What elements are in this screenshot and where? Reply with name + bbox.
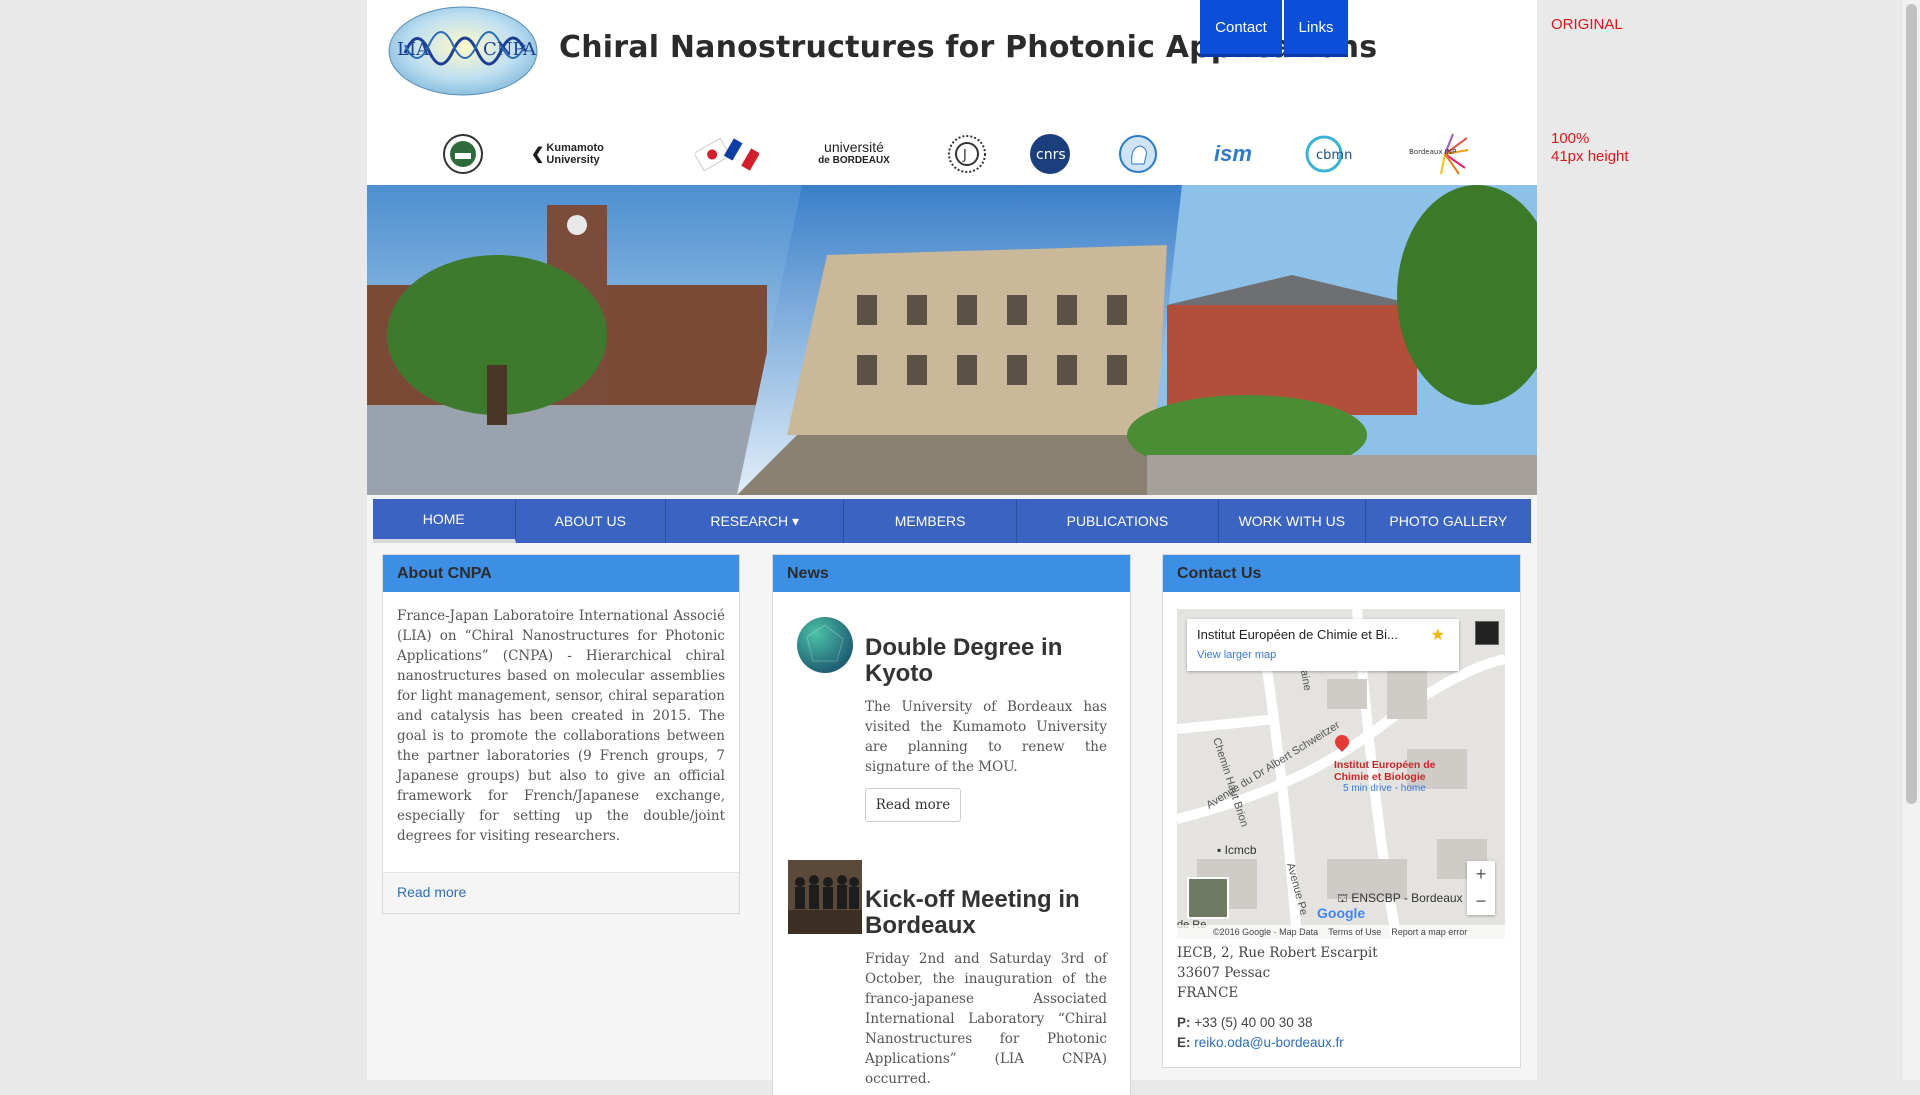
address-line-2: 33607 Pessac <box>1177 965 1271 981</box>
star-icon[interactable]: ★ <box>1431 625 1445 645</box>
ism-label: ism <box>1214 141 1252 166</box>
map-poi-icmcb-label: Icmcb <box>1224 843 1257 857</box>
address-line-3: FRANCE <box>1177 985 1239 1001</box>
hero-banner-image <box>367 185 1537 495</box>
map-report-link[interactable]: Report a map error <box>1391 927 1467 937</box>
map-footer: ©2016 Google · Map Data Terms of Use Rep… <box>1177 925 1505 939</box>
email-link[interactable]: reiko.oda@u-bordeaux.fr <box>1194 1035 1344 1050</box>
zoom-out-button[interactable]: − <box>1467 888 1495 915</box>
institute-profile-logo[interactable] <box>1115 131 1161 177</box>
view-larger-map-link[interactable]: View larger map <box>1197 649 1276 661</box>
map-poi-icmcb: ▪ Icmcb <box>1217 843 1257 857</box>
about-text: France-Japan Laboratoire International A… <box>397 608 725 844</box>
map-poi-enscbp-label: ENSCBP - Bordeaux <box>1351 891 1463 905</box>
news-2-thumbnail[interactable] <box>788 860 862 934</box>
bordeaux-inp-label: Bordeaux INP <box>1409 148 1456 156</box>
map-terms-link[interactable]: Terms of Use <box>1328 927 1381 937</box>
contact-heading: Contact Us <box>1163 555 1520 592</box>
zoom-in-button[interactable]: + <box>1467 861 1495 888</box>
page: LIA CNPA Chiral Nanostructures for Photo… <box>367 0 1537 1095</box>
map-copyright: ©2016 Google · Map Data <box>1213 927 1319 937</box>
map-info-card: Institut Européen de Chimie et Bi... ★ V… <box>1187 619 1459 671</box>
news-panel: News Double Degree in Kyoto The Universi… <box>772 554 1131 1095</box>
main-navigation: HOME ABOUT US RESEARCH ▾ MEMBERS PUBLICA… <box>373 499 1531 543</box>
contact-details: P: +33 (5) 40 00 30 38 E: reiko.oda@u-bo… <box>1177 1013 1344 1053</box>
news-heading: News <box>773 555 1130 592</box>
news-1-thumbnail[interactable] <box>797 617 853 673</box>
phone-label: P: <box>1177 1015 1191 1030</box>
partner-logos-bar: ❮ Kumamoto University université de BORDE… <box>367 123 1537 185</box>
universite-bordeaux-logo[interactable]: université de BORDEAUX <box>809 131 899 177</box>
address-line-1: IECB, 2, Rue Robert Escarpit <box>1177 945 1378 961</box>
ism-logo[interactable]: ism <box>1203 131 1263 177</box>
svg-text:J: J <box>962 148 967 163</box>
original-note: ORIGINAL <box>1551 16 1623 33</box>
map-place-name: Institut Européen de Chimie et Bi... <box>1197 627 1398 642</box>
news-1-text: The University of Bordeaux has visited t… <box>865 699 1107 775</box>
vertical-scrollbar[interactable] <box>1903 0 1920 1080</box>
bordeaux-inp-logo[interactable]: Bordeaux INP <box>1408 131 1470 177</box>
satellite-toggle[interactable] <box>1187 877 1229 919</box>
scrollbar-thumb[interactable] <box>1906 4 1917 804</box>
percent-note: 100% <box>1551 130 1590 147</box>
about-read-more-link[interactable]: Read more <box>397 884 466 900</box>
svg-text:cnrs: cnrs <box>1036 147 1066 163</box>
cnrs-logo[interactable]: cnrs <box>1027 131 1073 177</box>
nav-about-us[interactable]: ABOUT US <box>516 499 666 543</box>
zoom-controls: + − <box>1467 861 1495 915</box>
email-label: E: <box>1177 1035 1191 1050</box>
site-header: LIA CNPA Chiral Nanostructures for Photo… <box>367 0 1537 124</box>
japan-france-flags-icon <box>695 131 759 177</box>
kumamoto-university-logo[interactable]: ❮ Kumamoto University <box>531 131 651 177</box>
cbmn-logo[interactable]: cbmn <box>1303 131 1359 177</box>
ub-label-2: de BORDEAUX <box>818 155 890 166</box>
news-2-title[interactable]: Kick-off Meeting in Bordeaux <box>865 887 1105 939</box>
nav-publications[interactable]: PUBLICATIONS <box>1017 499 1220 543</box>
excellence-j-seal-icon[interactable]: J <box>944 131 990 177</box>
map-marker-label-2: Chimie et Biologie <box>1334 771 1426 783</box>
nav-research[interactable]: RESEARCH ▾ <box>666 499 845 543</box>
height-note: 41px height <box>1551 148 1629 165</box>
kyoto-university-seal-icon[interactable] <box>440 131 486 177</box>
fullscreen-icon[interactable] <box>1475 621 1499 645</box>
map-marker-label-1: Institut Européen de <box>1334 759 1436 771</box>
map-drive-time: 5 min drive - home <box>1343 783 1426 794</box>
google-logo: Google <box>1317 905 1366 921</box>
contact-panel: Contact Us Chemin Haut Brion Fontaine Av… <box>1162 554 1521 1068</box>
logo-text-cnpa: CNPA <box>483 39 537 60</box>
news-1-title[interactable]: Double Degree in Kyoto <box>865 635 1085 687</box>
nav-work-with-us[interactable]: WORK WITH US <box>1219 499 1366 543</box>
nav-photo-gallery[interactable]: PHOTO GALLERY <box>1366 499 1531 543</box>
kumamoto-university-label: Kumamoto University <box>546 142 604 166</box>
location-map[interactable]: Chemin Haut Brion Fontaine Avenue du Dr … <box>1177 609 1505 939</box>
phone-number[interactable]: +33 (5) 40 00 30 38 <box>1194 1015 1312 1030</box>
ub-label-1: université <box>824 139 884 155</box>
news-1-read-more-button[interactable]: Read more <box>865 788 961 822</box>
about-footer: Read more <box>383 872 739 913</box>
svg-text:cbmn: cbmn <box>1316 148 1352 163</box>
about-panel: About CNPA France-Japan Laboratoire Inte… <box>382 554 740 914</box>
nav-home[interactable]: HOME <box>373 499 516 543</box>
contact-button[interactable]: Contact <box>1200 0 1282 57</box>
news-2-text: Friday 2nd and Saturday 3rd of October, … <box>865 951 1107 1087</box>
contact-address: IECB, 2, Rue Robert Escarpit 33607 Pessa… <box>1177 943 1378 1003</box>
lia-cnpa-logo[interactable]: LIA CNPA <box>387 5 539 97</box>
logo-text-lia: LIA <box>397 39 430 60</box>
links-button[interactable]: Links <box>1284 0 1348 57</box>
about-heading: About CNPA <box>383 555 739 592</box>
nav-members[interactable]: MEMBERS <box>844 499 1017 543</box>
